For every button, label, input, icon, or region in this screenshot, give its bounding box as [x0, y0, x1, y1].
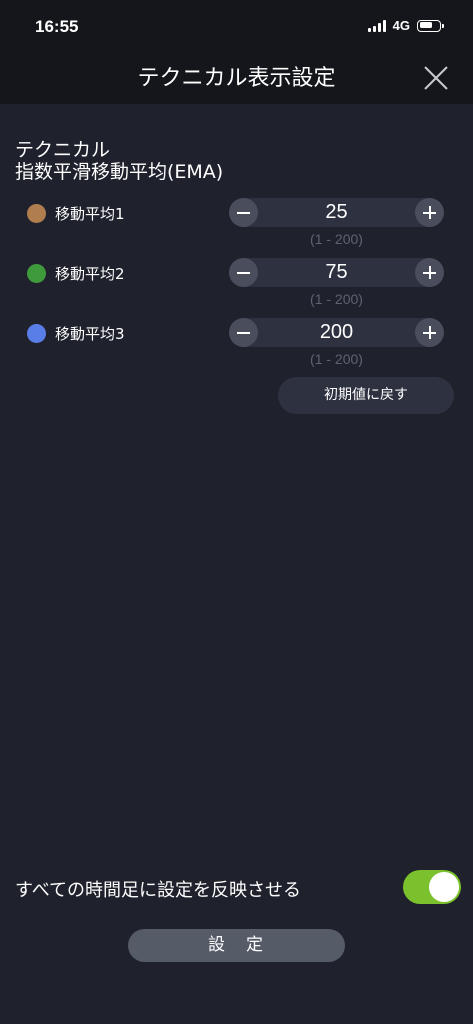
page-title: テクニカル表示設定 — [137, 66, 336, 91]
ma-range: (1 - 200) — [310, 231, 363, 247]
ma-stepper: 75 — [229, 258, 444, 287]
decrement-button[interactable] — [229, 258, 258, 287]
increment-button[interactable] — [415, 318, 444, 347]
screen: 16:55 4G テクニカル表示設定 テクニカル 指数平滑移動平均(EMA) 移 — [0, 0, 473, 1024]
network-label: 4G — [392, 18, 410, 33]
ma-color-dot — [27, 264, 46, 283]
ma-stepper: 25 — [229, 198, 444, 227]
toggle-knob — [429, 872, 459, 902]
close-icon — [424, 66, 448, 90]
ma-range: (1 - 200) — [310, 291, 363, 307]
battery-icon — [417, 19, 444, 32]
ma-row-2: 移動平均2 75 (1 - 200) — [0, 258, 473, 318]
status-indicators: 4G — [367, 18, 444, 33]
increment-button[interactable] — [415, 258, 444, 287]
ma-row-1: 移動平均1 25 (1 - 200) — [0, 198, 473, 258]
decrement-button[interactable] — [229, 318, 258, 347]
ma-stepper: 200 — [229, 318, 444, 347]
close-button[interactable] — [420, 62, 452, 94]
section-subtitle: 指数平滑移動平均(EMA) — [15, 161, 224, 183]
ma-range: (1 - 200) — [310, 351, 363, 367]
submit-button[interactable]: 設 定 — [128, 929, 345, 962]
ma-color-dot — [27, 204, 46, 223]
ma-color-dot — [27, 324, 46, 343]
ma-row-3: 移動平均3 200 (1 - 200) — [0, 318, 473, 378]
apply-all-label: すべての時間足に設定を反映させる — [15, 880, 302, 901]
decrement-button[interactable] — [229, 198, 258, 227]
status-time: 16:55 — [35, 17, 79, 36]
ma-value[interactable]: 25 — [258, 198, 415, 227]
reset-defaults-button[interactable]: 初期値に戻す — [278, 377, 454, 414]
increment-button[interactable] — [415, 198, 444, 227]
section-title: テクニカル — [15, 139, 111, 161]
signal-icon — [367, 19, 386, 32]
ma-value[interactable]: 200 — [258, 318, 415, 347]
top-bar: 16:55 4G テクニカル表示設定 — [0, 0, 473, 104]
ma-label: 移動平均3 — [55, 325, 125, 343]
apply-all-toggle[interactable] — [403, 870, 461, 904]
ma-value[interactable]: 75 — [258, 258, 415, 287]
ma-label: 移動平均2 — [55, 265, 125, 283]
ma-label: 移動平均1 — [55, 205, 125, 223]
